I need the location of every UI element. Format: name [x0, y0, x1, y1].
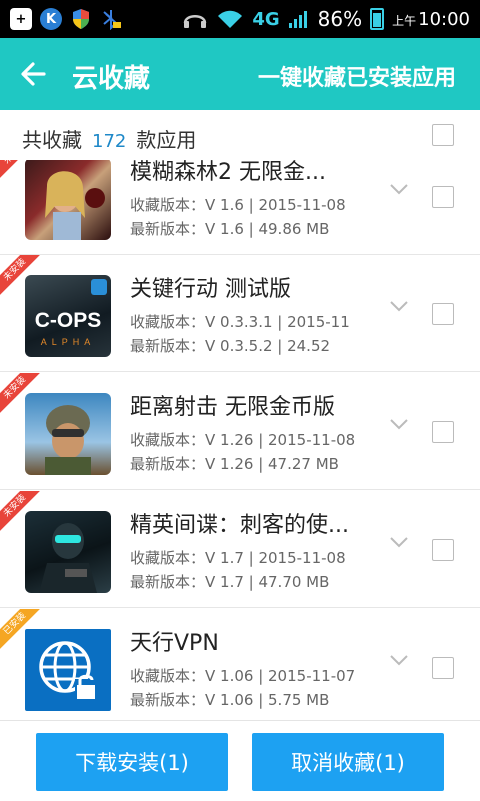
plus-square-icon: + — [10, 8, 32, 30]
app-list: 未安装 模糊森林2 无限金... 收藏版本：V 1.6 | 2015-11-08… — [0, 160, 480, 720]
chevron-down-icon[interactable] — [388, 531, 410, 553]
latest-version: 最新版本：V 1.6 | 49.86 MB — [130, 220, 330, 238]
svg-text:C-OPS: C-OPS — [35, 309, 102, 332]
collected-version: 收藏版本：V 0.3.3.1 | 2015-11 — [130, 313, 350, 331]
network-type: 4G — [252, 8, 280, 30]
app-name: 天行VPN — [130, 631, 219, 656]
summary-row: 共收藏 172 款应用 — [0, 110, 480, 161]
list-item[interactable]: 已安装 天行VPN 收藏版本：V 1.06 | 2015-11-07 最新版本：… — [0, 609, 480, 720]
app-icon-spy — [25, 511, 111, 593]
latest-version: 最新版本：V 1.26 | 47.27 MB — [130, 455, 339, 473]
battery-icon — [370, 8, 385, 30]
shield-icon — [70, 8, 92, 30]
chevron-down-icon[interactable] — [388, 413, 410, 435]
k-app-icon: K — [40, 8, 62, 30]
latest-version: 最新版本：V 0.3.5.2 | 24.52 — [130, 337, 331, 355]
status-left-icons: + K — [10, 8, 122, 30]
latest-version: 最新版本：V 1.7 | 47.70 MB — [130, 573, 330, 591]
collection-count: 172 — [92, 131, 127, 152]
bottom-bar: 下载安装(1) 取消收藏(1) — [0, 720, 480, 801]
app-name: 模糊森林2 无限金... — [130, 160, 326, 185]
app-bar: 云收藏 一键收藏已安装应用 — [0, 38, 480, 110]
wifi-icon — [218, 10, 243, 28]
item-checkbox[interactable] — [432, 303, 454, 325]
app-icon-vpn — [25, 629, 111, 711]
app-icon-sniper — [25, 393, 111, 475]
app-name: 距离射击 无限金币版 — [130, 395, 335, 420]
chevron-down-icon[interactable] — [388, 178, 410, 200]
collected-version: 收藏版本：V 1.7 | 2015-11-08 — [130, 549, 346, 567]
back-arrow-icon[interactable] — [20, 60, 48, 88]
status-right: 4G 86% 上午 10:00 — [182, 7, 470, 31]
download-install-button[interactable]: 下载安装(1) — [36, 733, 228, 791]
chevron-down-icon[interactable] — [388, 295, 410, 317]
app-icon-cops: C-OPS ALPHA — [25, 275, 111, 357]
app-icon-forest — [25, 160, 111, 240]
collected-version: 收藏版本：V 1.06 | 2015-11-07 — [130, 667, 356, 685]
svg-text:ALPHA: ALPHA — [41, 337, 96, 347]
summary-suffix: 款应用 — [136, 128, 197, 152]
headphones-icon — [184, 15, 207, 28]
list-item[interactable]: C-OPS ALPHA 未安装 关键行动 测试版 收藏版本：V 0.3.3.1 |… — [0, 255, 480, 372]
bluetooth-icon — [100, 8, 122, 30]
latest-version: 最新版本：V 1.06 | 5.75 MB — [130, 691, 330, 709]
chevron-down-icon[interactable] — [388, 649, 410, 671]
item-checkbox[interactable] — [432, 421, 454, 443]
clock: 上午 10:00 — [392, 8, 470, 30]
item-checkbox[interactable] — [432, 186, 454, 208]
app-name: 精英间谍：刺客的使... — [130, 513, 349, 538]
app-name: 关键行动 测试版 — [130, 277, 291, 302]
collected-version: 收藏版本：V 1.6 | 2015-11-08 — [130, 196, 346, 214]
battery-percent: 86% — [317, 7, 363, 31]
list-item[interactable]: 未安装 距离射击 无限金币版 收藏版本：V 1.26 | 2015-11-08 … — [0, 373, 480, 490]
select-all-checkbox[interactable] — [432, 124, 454, 146]
summary-text: 共收藏 172 款应用 — [22, 124, 196, 153]
summary-prefix: 共收藏 — [22, 128, 82, 152]
page-title: 云收藏 — [72, 64, 151, 94]
item-checkbox[interactable] — [432, 539, 454, 561]
list-item[interactable]: 未安装 模糊森林2 无限金... 收藏版本：V 1.6 | 2015-11-08… — [0, 160, 480, 255]
status-bar: + K 4G 86% 上午 10:00 — [0, 0, 480, 38]
signal-icon — [288, 11, 307, 28]
item-checkbox[interactable] — [432, 657, 454, 679]
list-item[interactable]: 未安装 精英间谍：刺客的使... 收藏版本：V 1.7 | 2015-11-08… — [0, 491, 480, 608]
collect-installed-button[interactable]: 一键收藏已安装应用 — [258, 60, 456, 92]
globe-lock-icon — [39, 641, 97, 699]
collected-version: 收藏版本：V 1.26 | 2015-11-08 — [130, 431, 356, 449]
cancel-collection-button[interactable]: 取消收藏(1) — [252, 733, 444, 791]
